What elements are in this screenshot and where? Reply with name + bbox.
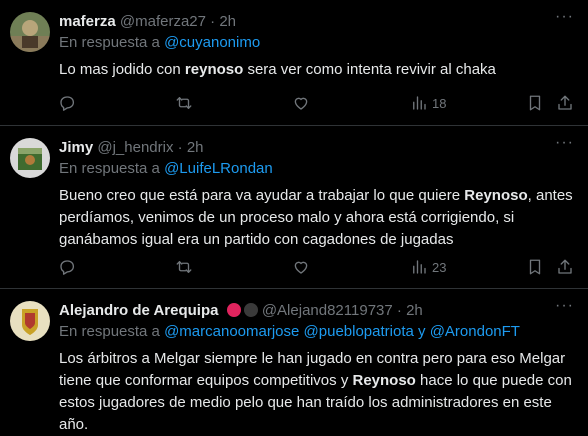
separator: · (210, 13, 216, 30)
reply-context: En respuesta a @LuifeLRondan (59, 159, 576, 179)
share-icon (558, 259, 572, 274)
reply-context: En respuesta a @cuyanonimo (59, 33, 576, 53)
timestamp[interactable]: 2h (219, 13, 236, 30)
share-button[interactable] (556, 257, 574, 277)
reply-icon (60, 260, 75, 275)
views-count: 23 (432, 259, 447, 275)
body-bold: Reynoso (352, 372, 416, 389)
tweet-header: Jimy @j_hendrix · 2h (59, 139, 576, 157)
black-circle-icon (243, 303, 258, 317)
tweet-text: Los árbitros a Melgar siempre le han jug… (59, 348, 576, 436)
bookmark-icon (529, 259, 541, 275)
share-button[interactable] (556, 93, 574, 113)
reply-prefix: En respuesta a (59, 323, 160, 340)
more-icon[interactable]: ··· (555, 134, 574, 152)
bookmark-icon (529, 95, 541, 111)
display-name[interactable]: Jimy (59, 139, 93, 156)
reply-button[interactable] (58, 93, 76, 113)
reply-and: y (418, 323, 426, 340)
retweet-button[interactable] (175, 93, 193, 113)
display-name[interactable]: maferza (59, 13, 116, 30)
tweet-actions: 18 (50, 93, 588, 117)
bookmark-button[interactable] (526, 93, 544, 113)
body-bold: reynoso (184, 61, 244, 78)
separator: · (396, 302, 402, 319)
tweet-2[interactable]: Jimy @j_hendrix · 2h En respuesta a @Lui… (0, 126, 588, 289)
tweet-3[interactable]: Alejandro de Arequipa @Alejand82119737 ·… (0, 289, 588, 433)
retweet-icon (176, 97, 192, 109)
tweet-header: Alejandro de Arequipa @Alejand82119737 ·… (59, 302, 576, 320)
timestamp[interactable]: 2h (406, 302, 423, 319)
body-bold: Reynoso (464, 187, 528, 204)
red-circle-icon (226, 303, 241, 317)
like-button[interactable] (292, 257, 310, 277)
views-icon (413, 260, 426, 274)
timestamp[interactable]: 2h (187, 139, 204, 156)
avatar[interactable] (10, 138, 50, 178)
tweet-text: Lo mas jodido con reynoso sera ver como … (59, 59, 576, 81)
views-count: 18 (432, 95, 447, 111)
user-handle[interactable]: @j_hendrix (97, 139, 173, 156)
like-icon (294, 261, 308, 274)
views-button[interactable]: 23 (410, 257, 446, 277)
reply-mention[interactable]: @LuifeLRondan (164, 160, 273, 177)
tweet-text: Bueno creo que está para va ayudar a tra… (59, 185, 576, 251)
reply-mention-3[interactable]: @ArondonFT (430, 323, 520, 340)
reply-mention[interactable]: @cuyanonimo (164, 34, 260, 51)
user-handle[interactable]: @maferza27 (120, 13, 206, 30)
reply-icon (60, 96, 75, 111)
reply-button[interactable] (58, 257, 76, 277)
reply-mention-1[interactable]: @marcanoomarjose (164, 323, 299, 340)
reply-prefix: En respuesta a (59, 160, 160, 177)
tweet-1[interactable]: maferza @maferza27 · 2h En respuesta a @… (0, 0, 588, 126)
body-pre: Lo mas jodido con (59, 61, 185, 78)
more-icon[interactable]: ··· (555, 8, 574, 26)
reply-prefix: En respuesta a (59, 34, 160, 51)
user-handle[interactable]: @Alejand82119737 (262, 302, 393, 319)
share-icon (558, 95, 572, 110)
like-icon (294, 97, 308, 110)
like-button[interactable] (292, 93, 310, 113)
reply-context: En respuesta a @marcanoomarjose @pueblop… (59, 322, 576, 342)
reply-mention-2[interactable]: @pueblopatriota (304, 323, 414, 340)
retweet-icon (176, 261, 192, 273)
body-post: sera ver como intenta revivir al chaka (243, 61, 496, 78)
display-name[interactable]: Alejandro de Arequipa (59, 302, 218, 319)
views-button[interactable]: 18 (410, 93, 446, 113)
body-pre: Bueno creo que está para va ayudar a tra… (59, 187, 465, 204)
avatar[interactable] (10, 301, 50, 341)
tweet-actions: 23 (50, 257, 588, 281)
tweet-header: maferza @maferza27 · 2h (59, 13, 576, 31)
retweet-button[interactable] (175, 257, 193, 277)
avatar[interactable] (10, 12, 50, 52)
bookmark-button[interactable] (526, 257, 544, 277)
more-icon[interactable]: ··· (555, 297, 574, 315)
views-icon (413, 96, 426, 110)
separator: · (177, 139, 183, 156)
